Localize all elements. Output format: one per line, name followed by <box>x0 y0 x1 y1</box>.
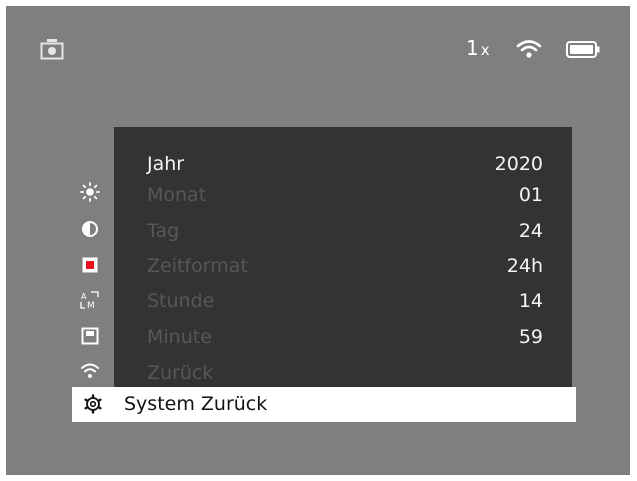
menu-row-value: 2020 <box>494 153 543 175</box>
menu-item-label: System Zurück <box>124 393 268 415</box>
menu-row-value: 01 <box>518 184 543 206</box>
zoom-value: 1 <box>466 36 479 60</box>
menu-row-time-format[interactable]: Zeitformat 24h <box>147 251 543 285</box>
zoom-unit: x <box>480 41 490 59</box>
svg-text:A: A <box>81 292 87 301</box>
menu-row-value: 24h <box>506 255 543 277</box>
menu-row-value: 24 <box>518 220 543 242</box>
auto-manual-icon[interactable]: A M <box>80 290 100 310</box>
device-screen: 1x Jahr 2020 Monat 01 Tag 24 Zeitformat … <box>6 6 630 475</box>
menu-row-label: Stunde <box>147 290 215 312</box>
menu-row-label: Monat <box>147 184 207 206</box>
wifi-setting-icon[interactable] <box>80 361 100 381</box>
svg-text:M: M <box>87 301 95 310</box>
brightness-icon[interactable] <box>80 182 100 202</box>
menu-row-label: Tag <box>147 220 180 242</box>
wifi-icon <box>516 40 542 58</box>
menu-item-system-back[interactable]: System Zurück <box>72 387 576 422</box>
contrast-icon[interactable] <box>80 219 100 239</box>
menu-row-day[interactable]: Tag 24 <box>147 216 543 250</box>
menu-row-year[interactable]: Jahr 2020 <box>147 149 543 183</box>
menu-row-label: Zurück <box>147 362 214 384</box>
record-icon[interactable] <box>80 255 100 275</box>
menu-row-label: Jahr <box>147 153 185 175</box>
menu-row-value: 14 <box>518 290 543 312</box>
menu-row-label: Zeitformat <box>147 255 248 277</box>
menu-row-month[interactable]: Monat 01 <box>147 180 543 214</box>
menu-row-hour[interactable]: Stunde 14 <box>147 286 543 320</box>
zoom-indicator: 1x <box>466 36 490 60</box>
menu-row-value: 59 <box>518 326 543 348</box>
status-bar: 1x <box>6 6 630 86</box>
save-icon[interactable] <box>80 326 100 346</box>
camera-icon <box>40 39 64 60</box>
date-time-menu: Jahr 2020 Monat 01 Tag 24 Zeitformat 24h… <box>114 127 572 392</box>
battery-icon <box>566 41 600 58</box>
gear-icon <box>84 394 102 414</box>
menu-row-minute[interactable]: Minute 59 <box>147 322 543 356</box>
menu-row-label: Minute <box>147 326 212 348</box>
